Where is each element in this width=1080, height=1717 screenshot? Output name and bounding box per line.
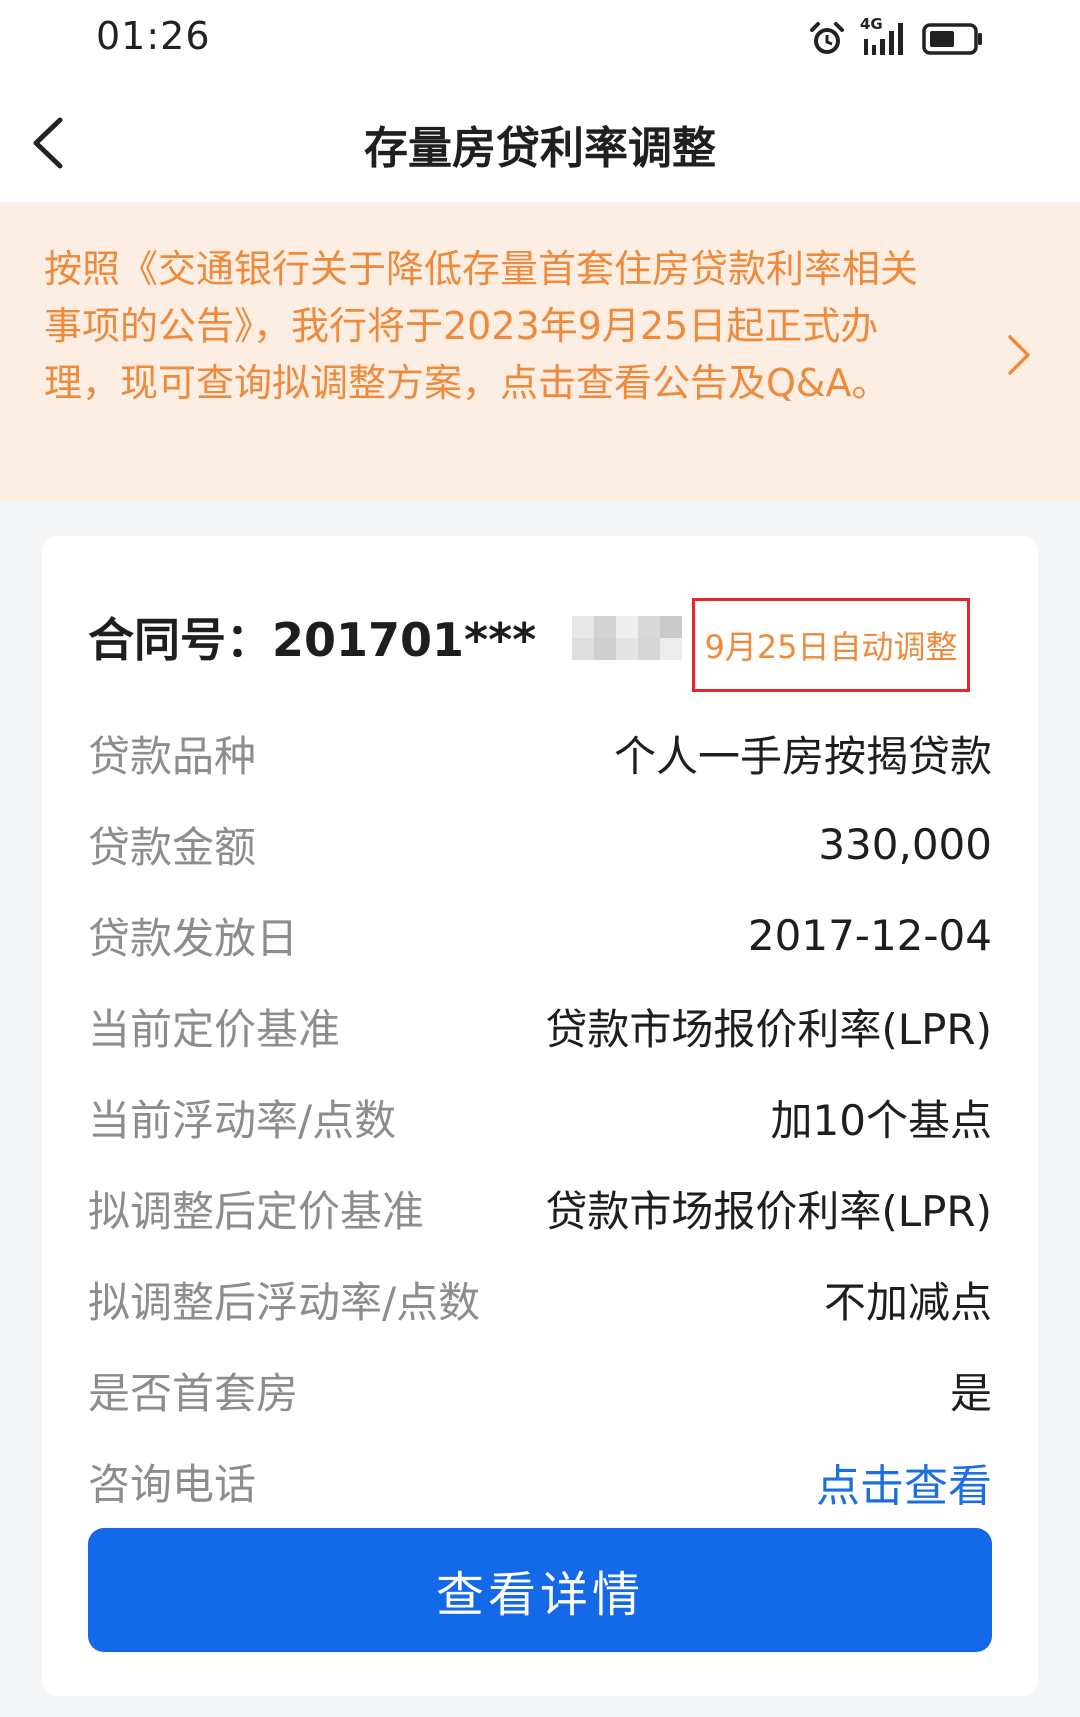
page-title: 存量房贷利率调整 <box>364 123 716 174</box>
signal-icon: 4G <box>860 15 908 59</box>
view-phone-link[interactable]: 点击查看 <box>816 1450 992 1514</box>
redacted-mosaic <box>572 616 682 660</box>
info-row-new-spread: 拟调整后浮动率/点数 不加减点 <box>88 1254 992 1345</box>
info-label: 当前浮动率/点数 <box>88 1096 397 1145</box>
nav-header: 存量房贷利率调整 <box>0 84 1080 203</box>
loan-card: 合同号：201701*** 9月25日自动调整 贷款品种 个人一手房按揭贷款 贷… <box>42 536 1038 1696</box>
info-value: 加10个基点 <box>770 1096 992 1145</box>
info-label: 拟调整后浮动率/点数 <box>88 1278 481 1327</box>
info-value: 2017-12-04 <box>747 911 992 960</box>
info-value: 330,000 <box>818 820 992 869</box>
view-details-button[interactable]: 查看详情 <box>88 1528 992 1652</box>
status-icons: 4G <box>808 15 984 60</box>
info-row-loan-type: 贷款品种 个人一手房按揭贷款 <box>88 708 992 799</box>
info-row-loan-amount: 贷款金额 330,000 <box>88 799 992 890</box>
info-label: 贷款发放日 <box>88 914 299 963</box>
info-value: 不加减点 <box>823 1278 992 1327</box>
announcement-text: 按照《交通银行关于降低存量首套住房贷款利率相关事项的公告》，我行将于2023年9… <box>44 247 919 405</box>
info-value: 贷款市场报价利率(LPR) <box>545 1005 992 1054</box>
info-label: 拟调整后定价基准 <box>88 1187 425 1236</box>
alarm-icon <box>810 22 844 54</box>
info-row-current-benchmark: 当前定价基准 贷款市场报价利率(LPR) <box>88 981 992 1072</box>
loan-info-list: 贷款品种 个人一手房按揭贷款 贷款金额 330,000 贷款发放日 2017-1… <box>88 708 992 1527</box>
info-row-first-home: 是否首套房 是 <box>88 1345 992 1436</box>
chevron-right-icon <box>1008 335 1030 375</box>
info-label: 贷款金额 <box>88 823 257 872</box>
info-label: 咨询电话 <box>88 1460 257 1509</box>
info-value: 是 <box>949 1369 992 1418</box>
contract-row: 合同号：201701*** 9月25日自动调整 <box>88 584 992 692</box>
info-label: 是否首套房 <box>88 1369 299 1418</box>
info-row-consult-phone: 咨询电话 点击查看 <box>88 1436 992 1527</box>
auto-adjust-badge: 9月25日自动调整 <box>692 598 970 692</box>
contract-number: 合同号：201701*** <box>88 613 537 667</box>
battery-icon <box>922 23 982 55</box>
info-value: 贷款市场报价利率(LPR) <box>545 1187 992 1236</box>
status-time: 01:26 <box>96 14 211 58</box>
announcement-banner[interactable]: 按照《交通银行关于降低存量首套住房贷款利率相关事项的公告》，我行将于2023年9… <box>0 203 1080 501</box>
info-row-issue-date: 贷款发放日 2017-12-04 <box>88 890 992 981</box>
info-row-current-spread: 当前浮动率/点数 加10个基点 <box>88 1072 992 1163</box>
info-label: 当前定价基准 <box>88 1005 341 1054</box>
info-value: 个人一手房按揭贷款 <box>613 732 992 781</box>
info-label: 贷款品种 <box>88 732 257 781</box>
status-bar: 01:26 4G <box>0 0 1080 84</box>
info-row-new-benchmark: 拟调整后定价基准 贷款市场报价利率(LPR) <box>88 1163 992 1254</box>
